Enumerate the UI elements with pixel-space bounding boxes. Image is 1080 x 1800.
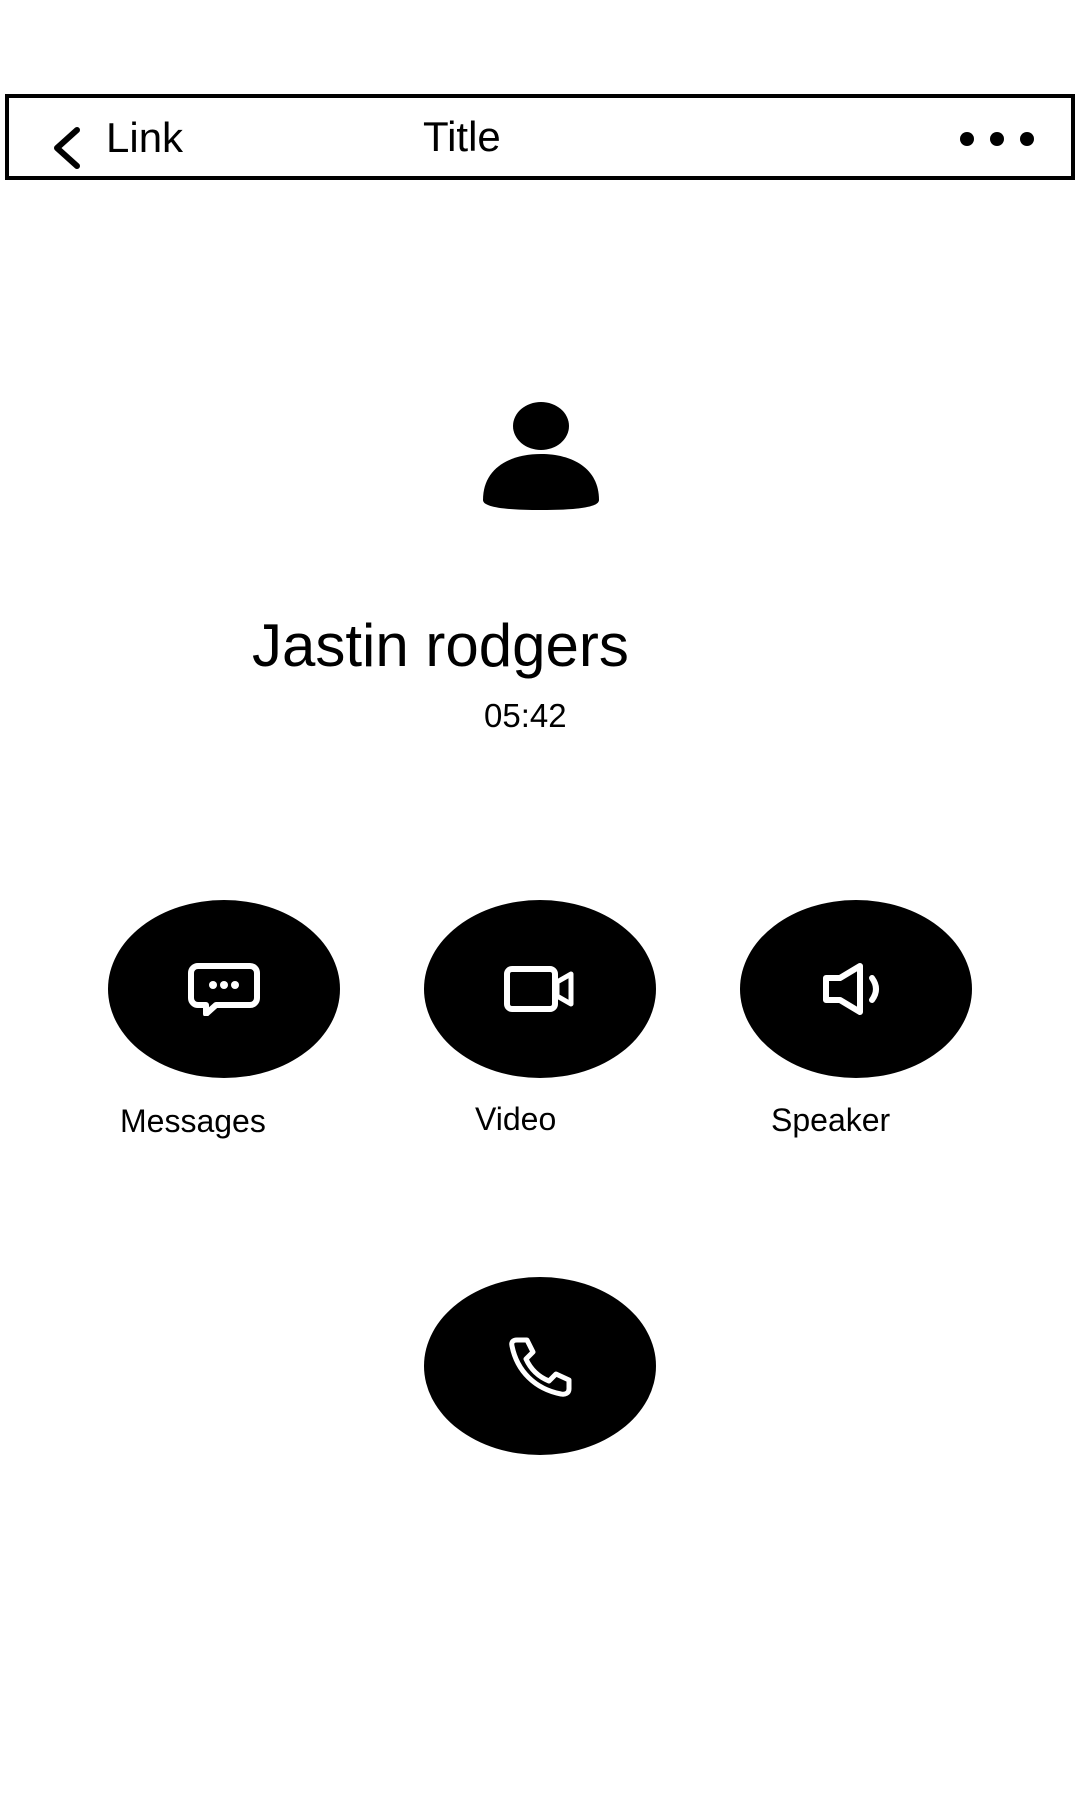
- more-options-icon[interactable]: [959, 126, 1035, 152]
- messages-button[interactable]: [108, 900, 340, 1078]
- call-duration: 05:42: [484, 697, 567, 734]
- user-avatar-icon: [483, 402, 599, 510]
- phone-icon: [509, 1337, 572, 1397]
- speaker-icon: [823, 963, 879, 1015]
- caller-name: Jastin rodgers: [252, 612, 629, 679]
- speaker-label: Speaker: [771, 1102, 891, 1138]
- speaker-button[interactable]: [740, 900, 972, 1078]
- page-title: Title: [423, 113, 501, 160]
- messages-label: Messages: [120, 1103, 266, 1139]
- message-icon: [188, 963, 260, 1016]
- video-camera-icon: [504, 966, 574, 1012]
- top-navigation-bar: Link Title: [5, 94, 1075, 180]
- call-button[interactable]: [424, 1277, 656, 1455]
- back-link[interactable]: Link: [106, 114, 183, 162]
- video-button[interactable]: [424, 900, 656, 1078]
- chevron-left-icon[interactable]: [47, 126, 91, 170]
- video-label: Video: [475, 1101, 557, 1137]
